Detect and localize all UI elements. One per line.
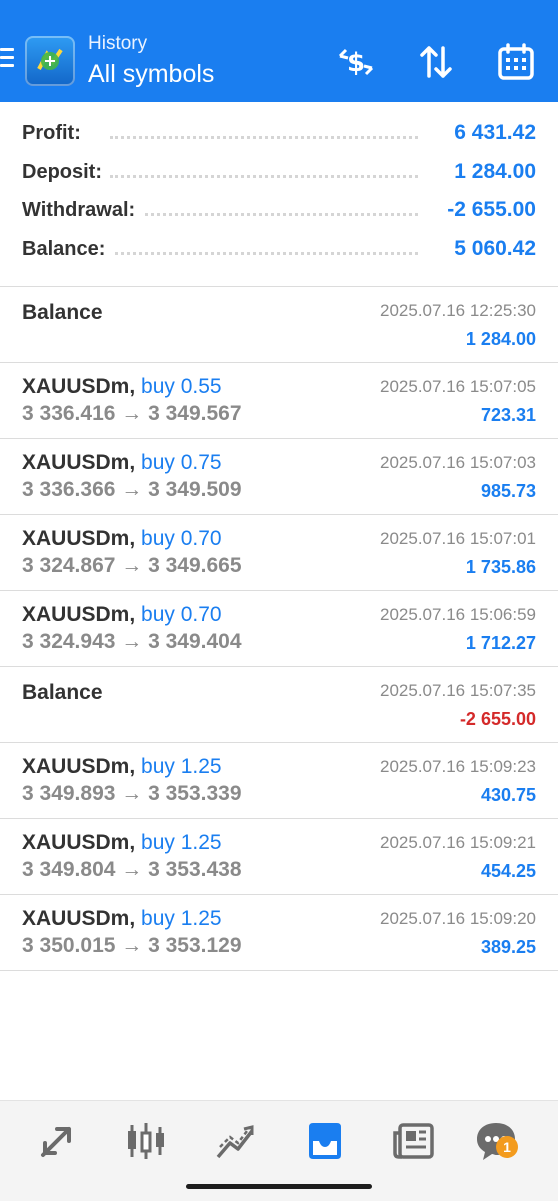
deal-symbol: XAUUSDm, buy 0.55 (22, 375, 222, 398)
deal-profit: 1 284.00 (465, 329, 536, 349)
deal-profit: 1 735.86 (465, 557, 536, 577)
deal-symbol: XAUUSDm, buy 0.70 (22, 527, 222, 550)
deal-time: 2025.07.16 12:25:30 (380, 301, 536, 320)
balance-row[interactable]: Balance 2025.07.16 15:07:35 -2 655.00 (0, 667, 558, 743)
header-subtitle: History (88, 33, 148, 54)
menu-icon[interactable] (0, 48, 14, 68)
balance-row[interactable]: Balance 2025.07.16 12:25:30 1 284.00 (0, 287, 558, 363)
deal-row[interactable]: XAUUSDm, buy 0.70 3 324.867 → 3 349.665 … (0, 515, 558, 591)
news-icon[interactable] (390, 1117, 438, 1165)
deal-profit: 454.25 (480, 861, 536, 881)
deal-row[interactable]: XAUUSDm, buy 0.70 3 324.943 → 3 349.404 … (0, 591, 558, 667)
calendar-icon[interactable] (494, 40, 538, 84)
deal-prices: 3 350.015 → 3 353.129 (22, 934, 242, 957)
leader-dots (110, 174, 418, 178)
deal-symbol: XAUUSDm, buy 1.25 (22, 831, 222, 854)
deal-profit: 723.31 (480, 405, 536, 425)
deal-row[interactable]: XAUUSDm, buy 1.25 3 350.015 → 3 353.129 … (0, 895, 558, 971)
leader-dots (110, 213, 418, 217)
deal-profit: -2 655.00 (459, 709, 536, 729)
chart-icon[interactable] (122, 1117, 170, 1165)
deal-prices: 3 336.416 → 3 349.567 (22, 402, 242, 425)
summary-profit-value: 6 431.42 (446, 121, 536, 145)
deal-time: 2025.07.16 15:09:20 (380, 909, 536, 928)
deal-symbol: XAUUSDm, buy 1.25 (22, 907, 222, 930)
deal-time: 2025.07.16 15:07:35 (380, 681, 536, 700)
deal-time: 2025.07.16 15:07:05 (380, 377, 536, 396)
deal-side: buy 0.70 (141, 527, 222, 550)
leader-dots (110, 136, 418, 139)
deal-time: 2025.07.16 15:07:01 (380, 529, 536, 548)
summary-withdrawal-value: -2 655.00 (439, 198, 536, 223)
summary-balance-row: Balance: 5 060.42 (0, 228, 558, 267)
svg-text:$: $ (347, 48, 365, 78)
chat-notification-badge: 1 (496, 1136, 518, 1158)
deal-prices: 3 336.366 → 3 349.509 (22, 478, 242, 501)
deal-profit: 389.25 (480, 937, 536, 957)
deal-prices: 3 324.867 → 3 349.665 (22, 554, 242, 577)
deal-side: buy 0.75 (141, 451, 222, 474)
deal-prices: 3 349.893 → 3 353.339 (22, 782, 242, 805)
deal-time: 2025.07.16 15:06:59 (380, 605, 536, 624)
summary-deposit-row: Deposit: 1 284.00 (0, 151, 558, 190)
leader-dots (110, 252, 418, 256)
summary-balance-label: Balance: (22, 238, 114, 262)
app-header: History All symbols $ (0, 0, 558, 102)
deal-prices: 3 324.943 → 3 349.404 (22, 630, 242, 653)
deal-time: 2025.07.16 15:07:03 (380, 453, 536, 472)
deal-profit: 985.73 (480, 481, 536, 501)
summary-withdrawal-label: Withdrawal: (22, 199, 144, 223)
dollar-exchange-icon[interactable]: $ (334, 40, 378, 84)
summary-balance-value: 5 060.42 (446, 237, 536, 262)
deal-symbol: XAUUSDm, buy 0.75 (22, 451, 222, 474)
deal-row[interactable]: XAUUSDm, buy 0.55 3 336.416 → 3 349.567 … (0, 363, 558, 439)
deal-time: 2025.07.16 15:09:21 (380, 833, 536, 852)
deal-row[interactable]: XAUUSDm, buy 1.25 3 349.804 → 3 353.438 … (0, 819, 558, 895)
deal-row[interactable]: XAUUSDm, buy 0.75 3 336.366 → 3 349.509 … (0, 439, 558, 515)
app-logo (25, 36, 75, 86)
history-icon[interactable] (301, 1117, 349, 1165)
deal-prices: 3 349.804 → 3 353.438 (22, 858, 242, 881)
deal-row[interactable]: XAUUSDm, buy 1.25 3 349.893 → 3 353.339 … (0, 743, 558, 819)
summary-profit-label: Profit: (22, 122, 89, 145)
deal-side: buy 1.25 (141, 907, 222, 930)
home-indicator[interactable] (186, 1184, 372, 1189)
summary-deposit-label: Deposit: (22, 160, 110, 184)
deal-time: 2025.07.16 15:09:23 (380, 757, 536, 776)
deal-profit: 430.75 (480, 785, 536, 805)
deal-symbol: XAUUSDm, buy 1.25 (22, 755, 222, 778)
deal-symbol: XAUUSDm, buy 0.70 (22, 603, 222, 626)
trade-icon[interactable] (212, 1117, 260, 1165)
deal-side: buy 0.70 (141, 603, 222, 626)
history-summary: Profit: 6 431.42 Deposit: 1 284.00 Withd… (0, 112, 558, 267)
deal-side: buy 0.55 (141, 375, 222, 398)
deal-profit: 1 712.27 (465, 633, 536, 653)
summary-withdrawal-row: Withdrawal: -2 655.00 (0, 189, 558, 228)
deal-side: buy 1.25 (141, 755, 222, 778)
quotes-icon[interactable] (33, 1117, 81, 1165)
sort-icon[interactable] (414, 40, 458, 84)
header-title[interactable]: All symbols (88, 60, 214, 89)
summary-profit-row: Profit: 6 431.42 (0, 112, 558, 151)
balance-title: Balance (22, 681, 103, 704)
summary-deposit-value: 1 284.00 (446, 159, 536, 184)
deal-side: buy 1.25 (141, 831, 222, 854)
balance-title: Balance (22, 301, 103, 324)
